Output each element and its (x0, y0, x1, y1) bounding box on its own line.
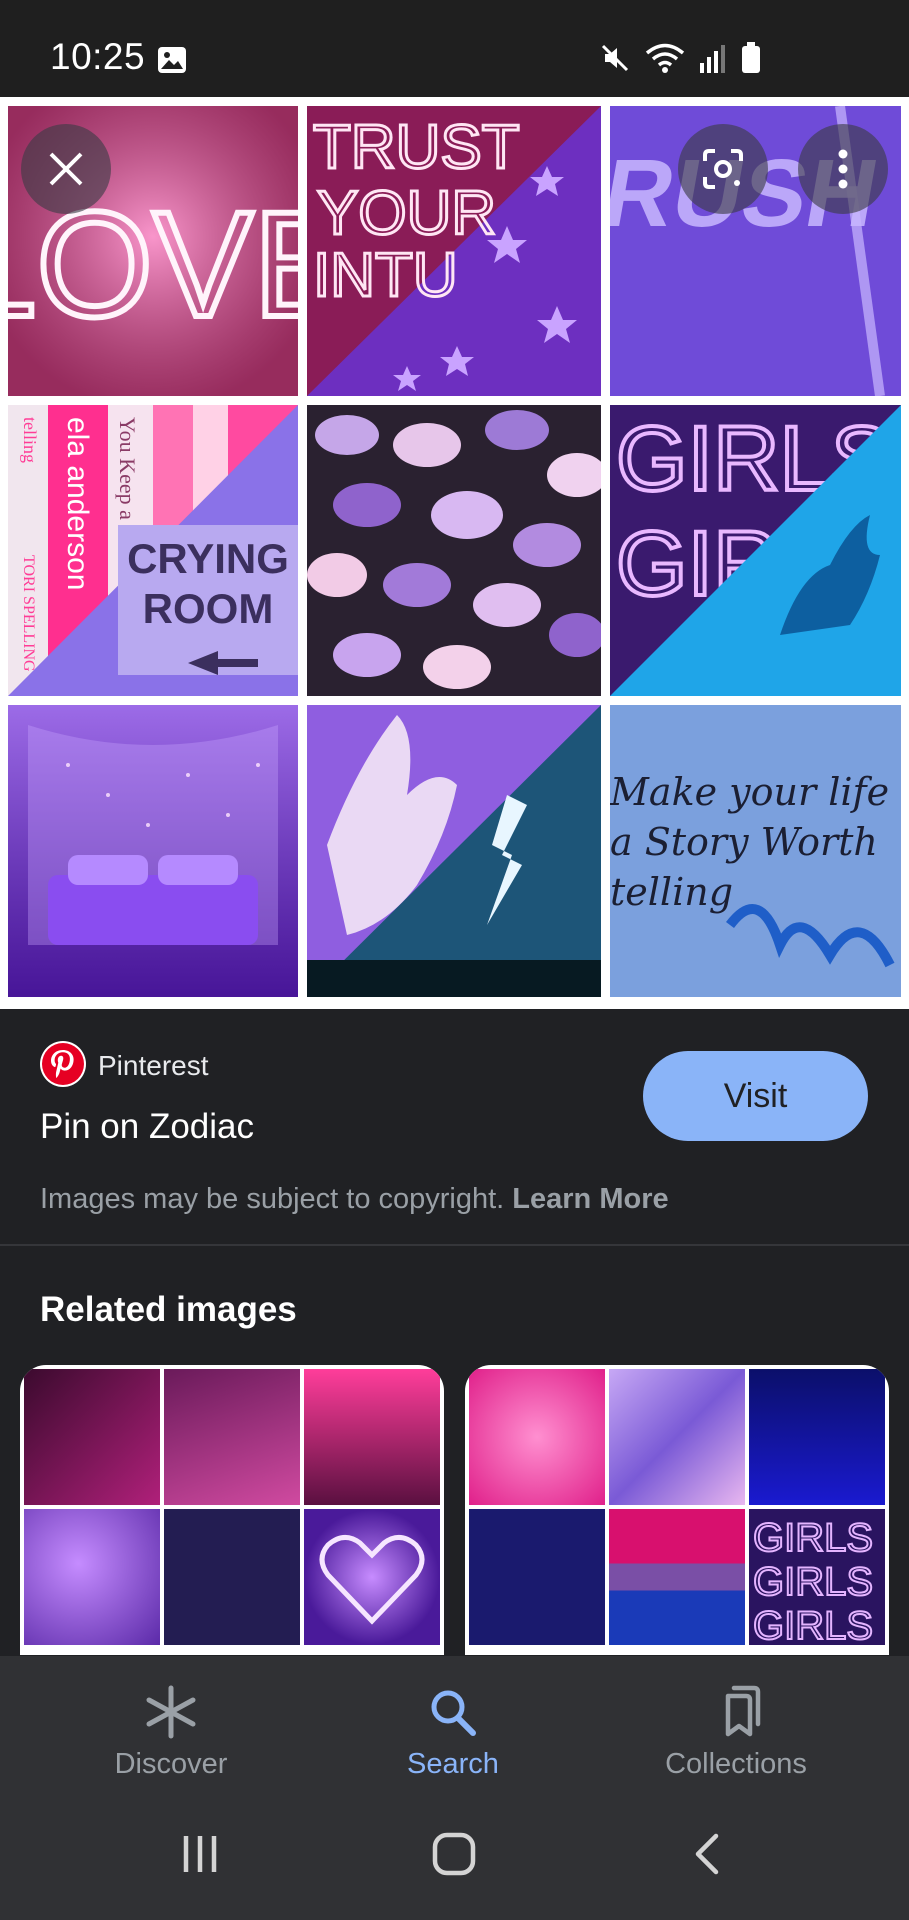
collage-tile-books: ela anderson You Keep a Sec telling TORI… (8, 405, 298, 696)
collage-tile-bedroom (8, 705, 298, 997)
svg-text:YOUR: YOUR (317, 179, 496, 248)
close-icon (49, 152, 83, 186)
lens-button[interactable] (678, 124, 768, 214)
related-thumb (609, 1509, 745, 1645)
battery-icon (742, 42, 760, 73)
svg-text:TORI SPELLING: TORI SPELLING (20, 555, 37, 672)
related-images-heading: Related images (40, 1290, 297, 1329)
pinterest-icon (42, 1043, 84, 1085)
related-thumb (24, 1509, 160, 1645)
related-thumb: GIRLS GIRLS GIRLS (749, 1509, 885, 1645)
related-thumb (24, 1369, 160, 1505)
status-icons (599, 42, 761, 74)
svg-text:CRYING: CRYING (127, 535, 289, 582)
collage-tile-girls: GIRLS GIR (610, 405, 901, 696)
home-button[interactable] (414, 1822, 494, 1886)
signal-icon (700, 45, 725, 73)
nav-collections-label: Collections (665, 1748, 807, 1780)
nav-search-label: Search (407, 1748, 499, 1780)
copyright-text: Images may be subject to copyright. (40, 1183, 505, 1215)
nav-collections[interactable]: Collections (586, 1656, 886, 1792)
nav-search[interactable]: Search (303, 1656, 603, 1792)
collections-icon (725, 1685, 761, 1737)
status-time: 10:25 (50, 36, 146, 77)
recent-apps-icon (183, 1836, 217, 1872)
system-navigation-bar (0, 1792, 909, 1920)
lens-icon (703, 149, 743, 189)
divider (0, 1244, 909, 1246)
search-icon (431, 1690, 476, 1736)
result-title[interactable]: Pin on Zodiac (40, 1107, 254, 1147)
girls-neon-thumb: GIRLS GIRLS GIRLS (752, 1515, 874, 1645)
wifi-icon (645, 43, 685, 73)
collage-tile-lightning (307, 705, 601, 997)
collage-tile-graffiti: Make your life a Story Worth telling (610, 705, 901, 997)
learn-more-link[interactable]: Learn More (512, 1183, 668, 1215)
back-button[interactable] (668, 1822, 748, 1886)
svg-text:telling: telling (610, 870, 733, 914)
svg-text:INTU: INTU (313, 241, 458, 310)
related-thumb (609, 1369, 745, 1505)
visit-button[interactable]: Visit (643, 1051, 868, 1141)
related-image-card-1[interactable] (20, 1365, 444, 1655)
svg-text:a Story Worth: a Story Worth (610, 820, 878, 864)
svg-text:Make your life: Make your life (610, 770, 889, 814)
related-thumb (749, 1369, 885, 1505)
related-thumb (164, 1369, 300, 1505)
svg-text:GIRLS: GIRLS (753, 1604, 873, 1645)
status-bar: 10:25 (0, 0, 909, 97)
image-icon (158, 47, 186, 73)
svg-text:telling: telling (20, 417, 40, 463)
related-thumb (304, 1509, 440, 1645)
svg-text:GIRLS: GIRLS (753, 1516, 873, 1560)
nav-discover[interactable]: Discover (21, 1656, 321, 1792)
bottom-navigation: Discover Search Collections (0, 1656, 909, 1792)
related-thumb (164, 1509, 300, 1645)
collage-tile-trust: TRUST YOUR INTU (307, 106, 601, 396)
svg-text:ROOM: ROOM (143, 585, 274, 632)
asterisk-icon (146, 1685, 196, 1739)
mute-icon (601, 44, 629, 72)
source-name[interactable]: Pinterest (98, 1050, 209, 1082)
more-vert-icon (838, 149, 848, 189)
home-icon (432, 1832, 476, 1876)
pinterest-logo (40, 1041, 86, 1087)
recent-apps-button[interactable] (160, 1822, 240, 1886)
svg-text:TRUST: TRUST (313, 113, 520, 182)
related-thumb (304, 1369, 440, 1505)
related-thumb (469, 1509, 605, 1645)
related-image-card-2[interactable]: GIRLS GIRLS GIRLS (465, 1365, 889, 1655)
heart-icon (319, 1535, 425, 1625)
back-icon (695, 1833, 719, 1875)
copyright-notice: Images may be subject to copyright. Lear… (40, 1183, 669, 1216)
main-image-collage[interactable]: LOVE TRUST YOUR INTU RUSH (0, 97, 909, 1009)
more-options-button[interactable] (798, 124, 888, 214)
related-thumb (469, 1369, 605, 1505)
nav-discover-label: Discover (114, 1748, 228, 1780)
close-button[interactable] (21, 124, 111, 214)
svg-text:GIRLS: GIRLS (753, 1560, 873, 1604)
svg-text:ela anderson: ela anderson (61, 417, 94, 590)
collage-tile-macarons (307, 405, 601, 696)
